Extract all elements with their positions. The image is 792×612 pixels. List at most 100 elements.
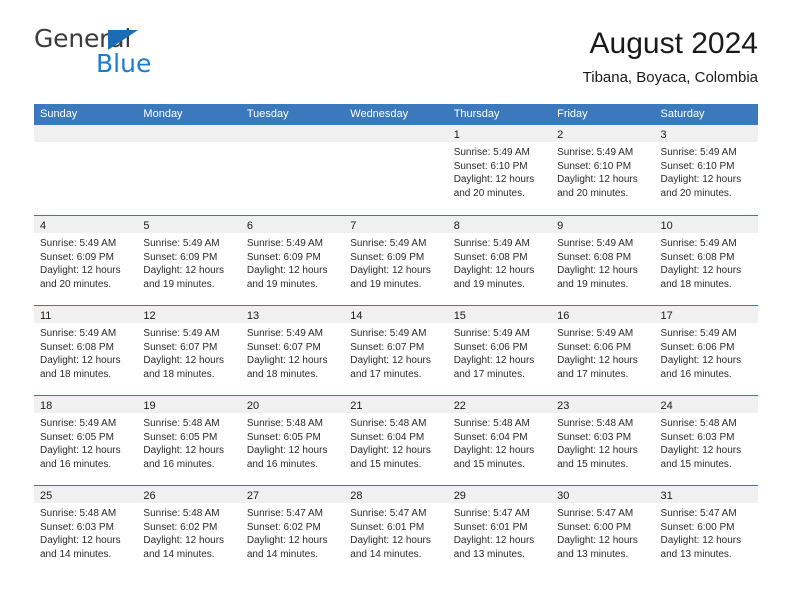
sunrise-text: Sunrise: 5:49 AM bbox=[557, 238, 634, 249]
day-cell[interactable] bbox=[137, 125, 241, 215]
day-cell[interactable]: 22 Sunrise: 5:48 AM Sunset: 6:04 PM Dayl… bbox=[447, 396, 552, 485]
daylight-text-line1: Daylight: 12 hours bbox=[350, 355, 431, 366]
day-cell[interactable]: 6 Sunrise: 5:49 AM Sunset: 6:09 PM Dayli… bbox=[240, 216, 345, 305]
sunrise-text: Sunrise: 5:47 AM bbox=[350, 508, 427, 519]
page-header: General Blue August 2024 Tibana, Boyaca,… bbox=[34, 0, 758, 104]
day-cell[interactable] bbox=[344, 125, 448, 215]
sunset-text: Sunset: 6:05 PM bbox=[143, 431, 218, 443]
day-number: 31 bbox=[660, 490, 673, 502]
day-cell[interactable]: 30 Sunrise: 5:47 AM Sunset: 6:00 PM Dayl… bbox=[551, 486, 655, 575]
daylight-text-line1: Daylight: 12 hours bbox=[143, 265, 225, 276]
day-cell[interactable]: 29 Sunrise: 5:47 AM Sunset: 6:01 PM Dayl… bbox=[447, 486, 552, 575]
day-cell[interactable]: 9 Sunrise: 5:49 AM Sunset: 6:08 PM Dayli… bbox=[551, 216, 655, 305]
day-band: 22 bbox=[447, 396, 552, 413]
daylight-text-line2: and 15 minutes. bbox=[557, 458, 629, 470]
daylight-text-line1: Daylight: 12 hours bbox=[246, 535, 328, 546]
day-band: 21 bbox=[344, 396, 448, 413]
daylight-text-line2: and 20 minutes. bbox=[660, 187, 732, 199]
daylight-text-line2: and 15 minutes. bbox=[453, 458, 525, 470]
day-band: 12 bbox=[137, 306, 241, 323]
daylight-text-line1: Daylight: 12 hours bbox=[40, 355, 121, 366]
sunset-text: Sunset: 6:06 PM bbox=[557, 341, 632, 353]
daylight-text-line1: Daylight: 12 hours bbox=[660, 535, 742, 546]
day-number: 8 bbox=[453, 220, 460, 232]
day-cell[interactable]: 17 Sunrise: 5:49 AM Sunset: 6:06 PM Dayl… bbox=[654, 306, 758, 395]
day-number: 12 bbox=[143, 310, 156, 322]
day-number: 19 bbox=[143, 400, 156, 412]
day-info: Sunrise: 5:49 AM Sunset: 6:07 PM Dayligh… bbox=[241, 323, 344, 381]
daylight-text-line1: Daylight: 12 hours bbox=[246, 355, 328, 366]
day-cell[interactable]: 25 Sunrise: 5:48 AM Sunset: 6:03 PM Dayl… bbox=[34, 486, 138, 575]
day-cell[interactable]: 18 Sunrise: 5:49 AM Sunset: 6:05 PM Dayl… bbox=[34, 396, 138, 485]
day-info: Sunrise: 5:49 AM Sunset: 6:07 PM Dayligh… bbox=[137, 323, 240, 381]
day-cell[interactable]: 23 Sunrise: 5:48 AM Sunset: 6:03 PM Dayl… bbox=[551, 396, 655, 485]
day-cell[interactable]: 4 Sunrise: 5:49 AM Sunset: 6:09 PM Dayli… bbox=[34, 216, 138, 305]
weekday-header-sunday: Sunday bbox=[40, 108, 78, 120]
day-cell[interactable] bbox=[34, 125, 138, 215]
day-cell[interactable]: 7 Sunrise: 5:49 AM Sunset: 6:09 PM Dayli… bbox=[344, 216, 448, 305]
daylight-text-line1: Daylight: 12 hours bbox=[40, 445, 121, 456]
day-cell[interactable]: 5 Sunrise: 5:49 AM Sunset: 6:09 PM Dayli… bbox=[137, 216, 241, 305]
general-blue-logo[interactable]: General Blue bbox=[34, 24, 214, 80]
day-number: 30 bbox=[557, 490, 570, 502]
sunrise-text: Sunrise: 5:48 AM bbox=[143, 418, 220, 429]
day-cell[interactable]: 26 Sunrise: 5:48 AM Sunset: 6:02 PM Dayl… bbox=[137, 486, 241, 575]
sunset-text: Sunset: 6:01 PM bbox=[453, 521, 528, 533]
day-info: Sunrise: 5:47 AM Sunset: 6:01 PM Dayligh… bbox=[344, 503, 447, 561]
day-cell[interactable]: 28 Sunrise: 5:47 AM Sunset: 6:01 PM Dayl… bbox=[344, 486, 448, 575]
sunrise-text: Sunrise: 5:49 AM bbox=[660, 238, 737, 249]
sunrise-text: Sunrise: 5:48 AM bbox=[660, 418, 737, 429]
sunrise-text: Sunrise: 5:49 AM bbox=[40, 328, 117, 339]
sunrise-text: Sunrise: 5:49 AM bbox=[453, 147, 530, 158]
sunset-text: Sunset: 6:10 PM bbox=[557, 160, 632, 172]
sunset-text: Sunset: 6:00 PM bbox=[557, 521, 632, 533]
day-cell[interactable]: 19 Sunrise: 5:48 AM Sunset: 6:05 PM Dayl… bbox=[137, 396, 241, 485]
day-number: 11 bbox=[40, 310, 52, 322]
day-number: 6 bbox=[246, 220, 253, 232]
sunrise-text: Sunrise: 5:49 AM bbox=[40, 238, 117, 249]
sunrise-text: Sunrise: 5:49 AM bbox=[453, 328, 530, 339]
day-cell[interactable]: 2 Sunrise: 5:49 AM Sunset: 6:10 PM Dayli… bbox=[551, 125, 655, 215]
day-band: 23 bbox=[551, 396, 655, 413]
daylight-text-line2: and 14 minutes. bbox=[350, 548, 422, 560]
daylight-text-line2: and 15 minutes. bbox=[660, 458, 732, 470]
day-number: 4 bbox=[40, 220, 47, 232]
day-number: 28 bbox=[350, 490, 363, 502]
daylight-text-line1: Daylight: 12 hours bbox=[660, 174, 742, 185]
day-cell[interactable]: 14 Sunrise: 5:49 AM Sunset: 6:07 PM Dayl… bbox=[344, 306, 448, 395]
day-cell[interactable]: 12 Sunrise: 5:49 AM Sunset: 6:07 PM Dayl… bbox=[137, 306, 241, 395]
day-number: 13 bbox=[246, 310, 260, 322]
daylight-text-line2: and 19 minutes. bbox=[453, 278, 525, 290]
day-band: 14 bbox=[344, 306, 448, 323]
day-cell[interactable]: 1 Sunrise: 5:49 AM Sunset: 6:10 PM Dayli… bbox=[447, 125, 552, 215]
day-cell[interactable]: 27 Sunrise: 5:47 AM Sunset: 6:02 PM Dayl… bbox=[240, 486, 345, 575]
day-number: 20 bbox=[246, 400, 260, 412]
day-cell[interactable]: 10 Sunrise: 5:49 AM Sunset: 6:08 PM Dayl… bbox=[654, 216, 758, 305]
day-cell[interactable]: 16 Sunrise: 5:49 AM Sunset: 6:06 PM Dayl… bbox=[551, 306, 655, 395]
day-cell[interactable]: 13 Sunrise: 5:49 AM Sunset: 6:07 PM Dayl… bbox=[240, 306, 345, 395]
day-cell[interactable]: 24 Sunrise: 5:48 AM Sunset: 6:03 PM Dayl… bbox=[654, 396, 758, 485]
daylight-text-line1: Daylight: 12 hours bbox=[350, 265, 431, 276]
sunrise-text: Sunrise: 5:48 AM bbox=[557, 418, 634, 429]
daylight-text-line2: and 16 minutes. bbox=[40, 458, 112, 470]
daylight-text-line1: Daylight: 12 hours bbox=[143, 535, 225, 546]
day-band: 1 bbox=[447, 125, 552, 142]
day-cell[interactable]: 11 Sunrise: 5:49 AM Sunset: 6:08 PM Dayl… bbox=[34, 306, 138, 395]
day-band: 15 bbox=[447, 306, 552, 323]
day-cell[interactable]: 20 Sunrise: 5:48 AM Sunset: 6:05 PM Dayl… bbox=[240, 396, 345, 485]
day-cell[interactable]: 21 Sunrise: 5:48 AM Sunset: 6:04 PM Dayl… bbox=[344, 396, 448, 485]
day-band: 3 bbox=[654, 125, 758, 142]
daylight-text-line1: Daylight: 12 hours bbox=[557, 445, 638, 456]
day-cell[interactable]: 3 Sunrise: 5:49 AM Sunset: 6:10 PM Dayli… bbox=[654, 125, 758, 215]
day-info: Sunrise: 5:49 AM Sunset: 6:10 PM Dayligh… bbox=[448, 142, 551, 200]
sunset-text: Sunset: 6:00 PM bbox=[660, 521, 735, 533]
day-cell[interactable]: 31 Sunrise: 5:47 AM Sunset: 6:00 PM Dayl… bbox=[654, 486, 758, 575]
day-cell[interactable]: 8 Sunrise: 5:49 AM Sunset: 6:08 PM Dayli… bbox=[447, 216, 552, 305]
day-info: Sunrise: 5:49 AM Sunset: 6:09 PM Dayligh… bbox=[344, 233, 447, 291]
sunset-text: Sunset: 6:04 PM bbox=[350, 431, 425, 443]
day-band: 9 bbox=[551, 216, 655, 233]
sunset-text: Sunset: 6:08 PM bbox=[40, 341, 114, 353]
day-cell[interactable] bbox=[240, 125, 345, 215]
day-cell[interactable]: 15 Sunrise: 5:49 AM Sunset: 6:06 PM Dayl… bbox=[447, 306, 552, 395]
day-number: 22 bbox=[453, 400, 466, 412]
